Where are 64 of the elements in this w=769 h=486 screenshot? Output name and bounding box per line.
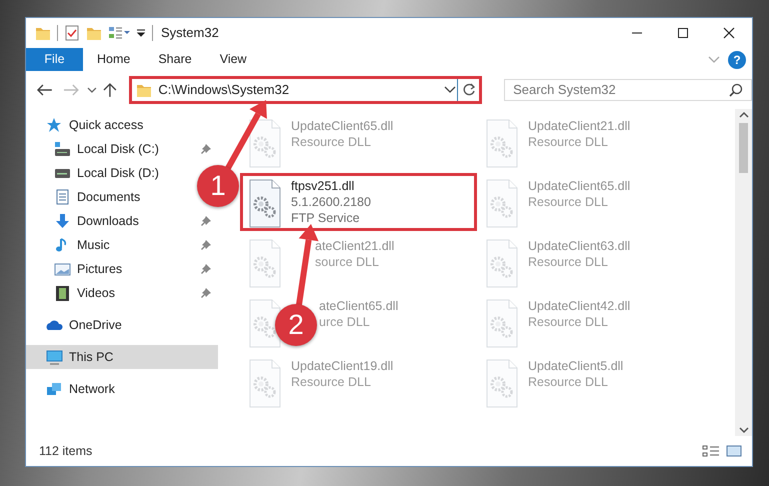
window-title: System32 [161, 24, 219, 42]
file-detail: Resource DLL [528, 374, 609, 390]
folder-icon [136, 82, 152, 98]
picture-icon[interactable] [54, 261, 71, 277]
large-icons-view-icon[interactable] [726, 444, 742, 458]
pin-icon[interactable] [200, 143, 212, 155]
file-detail: source DLL [315, 254, 380, 270]
nav-item[interactable]: Downloads [77, 212, 139, 230]
nav-item[interactable]: OneDrive [69, 316, 122, 334]
file-detail: urce DLL [319, 314, 371, 330]
network-icon[interactable] [46, 381, 63, 397]
nav-item[interactable]: Videos [77, 284, 115, 302]
scroll-thumb[interactable] [739, 123, 748, 173]
drive-icon[interactable] [54, 141, 71, 157]
dll-file-icon[interactable] [247, 119, 283, 168]
file-detail: Resource DLL [528, 314, 609, 330]
ribbon-tab[interactable]: Home [83, 48, 144, 71]
file-name[interactable]: ftpsv251.dll [291, 179, 371, 194]
item-count: 112 items [39, 442, 92, 460]
address-bar[interactable]: C:\Windows\System32 [129, 76, 482, 104]
nav-item[interactable]: Documents [77, 188, 140, 206]
file-detail: Resource DLL [528, 194, 609, 210]
ribbon-tab[interactable]: View [206, 48, 261, 71]
details-view-icon[interactable] [702, 444, 720, 458]
nav-item[interactable]: Quick access [69, 116, 144, 134]
folder-icon[interactable] [35, 25, 51, 41]
pin-icon[interactable] [200, 287, 212, 299]
checklist-icon[interactable] [64, 25, 80, 41]
search-icon[interactable] [728, 83, 743, 97]
file-detail: Resource DLL [528, 254, 609, 270]
properties-icon[interactable] [108, 25, 130, 41]
pin-icon[interactable] [200, 215, 212, 227]
nav-item[interactable]: Pictures [77, 260, 122, 278]
dll-file-icon[interactable] [247, 179, 283, 228]
nav-item[interactable]: This PC [69, 348, 114, 366]
file-detail: 5.1.2600.2180 [291, 194, 371, 210]
dll-file-icon[interactable] [247, 299, 283, 348]
nav-item[interactable]: Music [77, 236, 110, 254]
star-icon[interactable] [46, 117, 63, 133]
scroll-up-icon[interactable] [738, 111, 748, 119]
film-strip-icon[interactable] [54, 285, 71, 301]
document-icon[interactable] [54, 189, 71, 205]
pin-icon[interactable] [200, 239, 212, 251]
scrollbar[interactable] [735, 109, 752, 436]
search-box[interactable]: Search System32 [504, 79, 752, 101]
scroll-down-icon[interactable] [738, 426, 748, 434]
file-detail: Resource DLL [291, 134, 372, 150]
pin-icon[interactable] [200, 263, 212, 275]
download-arrow-icon[interactable] [54, 213, 71, 229]
annotation-arrow [225, 100, 267, 170]
ribbon-tab[interactable]: Share [144, 48, 206, 71]
file-menu-tab[interactable]: File [26, 48, 83, 71]
refresh-icon[interactable] [462, 83, 476, 97]
file-detail: Resource DLL [291, 374, 372, 390]
nav-item[interactable]: Network [69, 380, 115, 398]
dropdown-icon[interactable] [443, 85, 458, 95]
computer-icon[interactable] [46, 349, 63, 365]
expand-ribbon-icon[interactable] [708, 56, 720, 64]
new-folder-icon[interactable] [86, 25, 102, 41]
file-detail: Resource DLL [528, 134, 609, 150]
help-button[interactable]: ? [728, 50, 746, 68]
file-detail: FTP Service [291, 210, 361, 226]
nav-item[interactable]: Local Disk (D:) [77, 164, 159, 182]
nav-item[interactable]: Local Disk (C:) [77, 140, 159, 158]
